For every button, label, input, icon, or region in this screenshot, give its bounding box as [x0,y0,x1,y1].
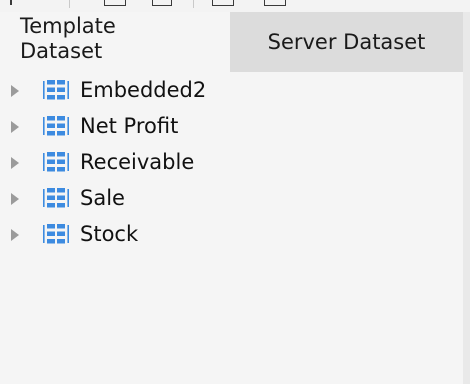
expand-arrow-icon[interactable] [11,121,19,133]
tree-node-label: Net Profit [80,114,179,138]
tab-template-dataset[interactable]: Template Dataset [0,12,230,72]
tree-node-label: Sale [80,186,125,210]
dataset-tree: Embedded2 Net Profit Receivable Sale Sto… [0,74,463,254]
tab-server-label: Server Dataset [267,30,426,54]
tree-node-sale[interactable]: Sale [0,182,463,218]
tree-node-receivable[interactable]: Receivable [0,146,463,182]
tree-node-label: Embedded2 [80,78,207,102]
tab-template-label-line1: Template [20,14,116,38]
expand-arrow-icon[interactable] [11,157,19,169]
dataset-icon [43,188,69,208]
expand-arrow-icon[interactable] [11,193,19,205]
tree-node-net-profit[interactable]: Net Profit [0,110,463,146]
expand-arrow-icon[interactable] [11,85,19,97]
dataset-icon [43,80,69,100]
tab-server-dataset[interactable]: Server Dataset [230,12,463,72]
tab-template-label-line2: Dataset [20,39,103,63]
toolbar-edit-icon[interactable] [104,0,126,6]
toolbar [0,0,470,12]
toolbar-separator [193,0,194,8]
tree-node-embedded2[interactable]: Embedded2 [0,74,463,110]
tree-node-stock[interactable]: Stock [0,218,463,254]
tree-node-label: Stock [80,222,139,246]
toolbar-delete-icon[interactable] [152,0,172,6]
dataset-tabs: Template Dataset Server Dataset [0,12,470,72]
panel-right-border [463,12,470,384]
toolbar-paste-icon[interactable] [264,0,286,6]
dataset-icon [43,224,69,244]
dataset-panel: Template Dataset Server Dataset Embedded… [0,0,470,384]
toolbar-copy-icon[interactable] [212,0,234,6]
dataset-icon [43,116,69,136]
tree-node-label: Receivable [80,150,195,174]
dataset-icon [43,152,69,172]
toolbar-add-icon[interactable] [10,0,18,5]
toolbar-separator [69,0,70,8]
expand-arrow-icon[interactable] [11,229,19,241]
